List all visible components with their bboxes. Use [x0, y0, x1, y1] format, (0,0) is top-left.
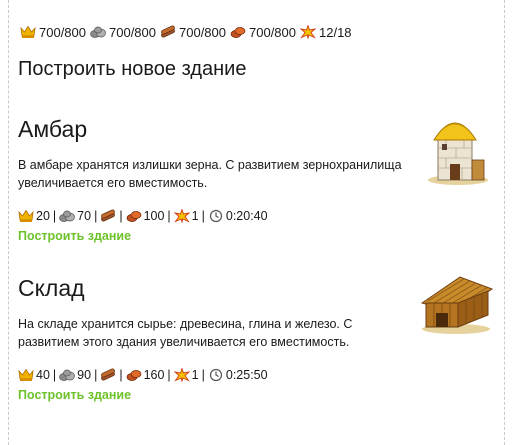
cost-grain: 20	[18, 209, 50, 223]
resource-value: 12/18	[319, 24, 352, 40]
building-costs: 20 | 70 | | 100 | 1 | 0:20:40	[18, 209, 268, 223]
grain-icon	[18, 368, 34, 382]
cost-population: 1	[174, 368, 199, 382]
cost-wood	[100, 209, 116, 223]
resource-stone: 700/800	[90, 25, 156, 40]
stone-icon	[59, 209, 75, 223]
resource-value: 700/800	[249, 24, 296, 40]
resource-value: 700/800	[179, 24, 226, 40]
cost-clay: 160	[126, 368, 164, 382]
separator: |	[119, 209, 123, 223]
cost-stone: 70	[59, 209, 91, 223]
wood-icon	[100, 368, 116, 382]
resource-grain: 700/800	[20, 25, 86, 40]
wood-icon	[100, 209, 116, 223]
separator: |	[119, 368, 123, 382]
clay-icon	[230, 25, 246, 39]
population-icon	[300, 25, 316, 39]
building-costs: 40 | 90 | | 160 | 1 | 0:25:50	[18, 368, 268, 382]
resource-population: 12/18	[300, 25, 352, 40]
building-description: В амбаре хранятся излишки зерна. С разви…	[18, 158, 402, 190]
grain-icon	[18, 209, 34, 223]
separator: |	[52, 209, 57, 223]
separator: |	[167, 368, 171, 382]
right-border	[504, 0, 505, 445]
separator: |	[201, 368, 205, 382]
clock-icon	[208, 368, 224, 382]
page-title: Построить новое здание	[18, 58, 247, 80]
cost-grain: 40	[18, 368, 50, 382]
population-icon	[174, 368, 190, 382]
separator: |	[167, 209, 171, 223]
build-granary-link[interactable]: Построить здание	[18, 229, 131, 243]
cost-wood	[100, 368, 116, 382]
population-icon	[174, 209, 190, 223]
resource-bar: 700/800 700/800 700/800 700/800 12/18	[20, 22, 356, 42]
build-warehouse-link[interactable]: Построить здание	[18, 388, 131, 402]
resource-wood: 700/800	[160, 25, 226, 40]
resource-value: 700/800	[109, 24, 156, 40]
wood-icon	[160, 25, 176, 39]
clay-icon	[126, 209, 142, 223]
building-granary: Амбар В амбаре хранятся излишки зерна. С…	[18, 116, 498, 243]
cost-population: 1	[174, 209, 199, 223]
granary-icon	[428, 122, 488, 185]
clay-icon	[126, 368, 142, 382]
separator: |	[94, 209, 98, 223]
clock-icon	[208, 209, 224, 223]
cost-time: 0:20:40	[208, 209, 268, 223]
separator: |	[94, 368, 98, 382]
building-warehouse: Склад На складе хранится сырье: древесин…	[18, 275, 498, 402]
cost-time: 0:25:50	[208, 368, 268, 382]
separator: |	[52, 368, 57, 382]
cost-stone: 90	[59, 368, 91, 382]
resource-clay: 700/800	[230, 25, 296, 40]
building-description: На складе хранится сырье: древесина, гли…	[18, 317, 353, 349]
resource-value: 700/800	[39, 24, 86, 40]
separator: |	[201, 209, 205, 223]
stone-icon	[90, 25, 106, 39]
grain-icon	[20, 25, 36, 39]
warehouse-icon	[420, 276, 494, 334]
stone-icon	[59, 368, 75, 382]
cost-clay: 100	[126, 209, 164, 223]
left-border	[8, 0, 9, 445]
